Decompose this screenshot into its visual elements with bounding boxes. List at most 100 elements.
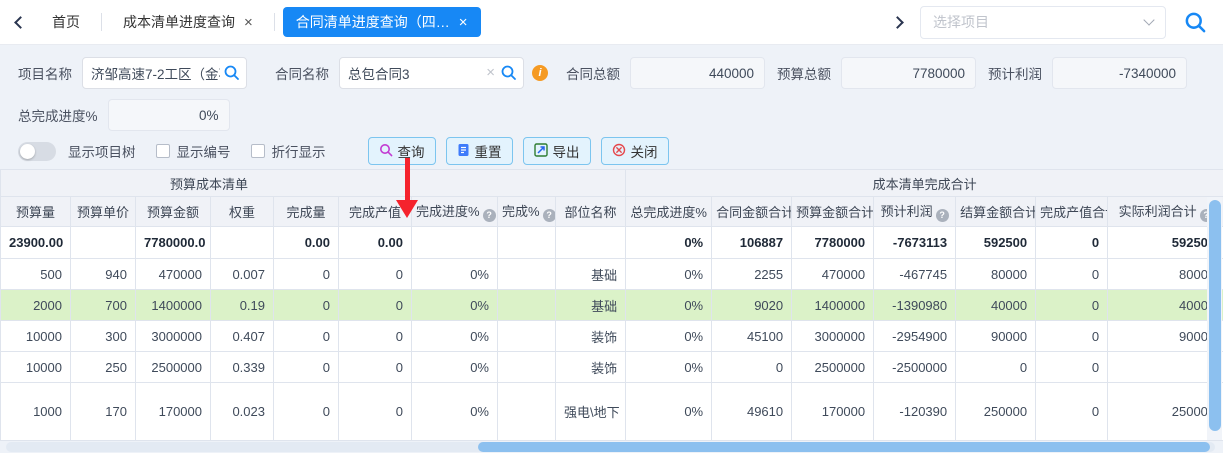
checkbox[interactable]: [156, 144, 170, 158]
tab-label: 合同清单进度查询（四…: [296, 12, 450, 32]
cell: 强电\地下: [556, 383, 626, 441]
chevron-left-icon[interactable]: [14, 16, 27, 29]
budget-total-field: [841, 57, 976, 89]
project-select[interactable]: 选择项目: [920, 6, 1166, 39]
column-header[interactable]: 预算单价: [71, 197, 136, 227]
table-row[interactable]: 5009404700000.007000%基础0%2255470000-4677…: [1, 259, 1223, 290]
table-row[interactable]: 200070014000000.19000%基础0%90201400000-13…: [1, 290, 1223, 321]
cell: 500: [1, 259, 71, 290]
toggle-knob: [20, 144, 35, 159]
cell: 0: [1036, 227, 1108, 259]
column-header-label: 预计利润: [881, 204, 933, 219]
cell: -7673113: [874, 227, 956, 259]
checkbox-item-1: 显示编号: [156, 141, 231, 161]
export-button[interactable]: 导出: [523, 137, 591, 165]
filter-row-2: 总完成进度%: [18, 99, 1223, 131]
cell: 0%: [626, 227, 712, 259]
column-header[interactable]: 实际利润合计?: [1108, 197, 1223, 227]
column-header[interactable]: 结算金额合计: [956, 197, 1036, 227]
contract-total-label: 合同总额: [566, 63, 620, 83]
export-icon: [534, 143, 553, 160]
cell: 基础: [556, 259, 626, 290]
clear-icon[interactable]: ×: [486, 65, 495, 80]
cell: 170000: [792, 383, 874, 441]
button-group: 查询 重置 导出 关闭: [368, 137, 679, 165]
budget-total-label: 预算总额: [777, 63, 831, 83]
tab-3[interactable]: 合同清单进度查询（四… ×: [283, 7, 481, 37]
tab-2[interactable]: 成本清单进度查询×: [110, 7, 266, 37]
table-row[interactable]: 10001701700000.023000%强电\地下0%49610170000…: [1, 383, 1223, 441]
progress-table: 预算成本清单成本清单完成合计预算量预算单价预算金额权重完成量完成产值完成进度%?…: [0, 169, 1223, 441]
column-header[interactable]: 预算金额合计: [792, 197, 874, 227]
cell: 0.339: [211, 352, 274, 383]
contract-total-field: [630, 57, 765, 89]
contract-total-value: [631, 58, 764, 88]
cell: 250000: [956, 383, 1036, 441]
cell: 0%: [412, 321, 498, 352]
column-header[interactable]: 完成%?: [498, 197, 556, 227]
cell: 700: [71, 290, 136, 321]
button-label: 重置: [475, 141, 502, 161]
info-icon[interactable]: i: [532, 65, 548, 81]
column-header[interactable]: 完成产值: [339, 197, 412, 227]
column-header[interactable]: 部位名称: [556, 197, 626, 227]
column-header[interactable]: 预算金额: [136, 197, 211, 227]
help-icon[interactable]: ?: [543, 209, 556, 222]
cell: [498, 259, 556, 290]
budget-total-value: [842, 58, 975, 88]
cell: 0%: [412, 383, 498, 441]
column-header[interactable]: 总完成进度%: [626, 197, 712, 227]
cell: 0.023: [211, 383, 274, 441]
project-select-placeholder: 选择项目: [933, 12, 1145, 32]
column-header[interactable]: 合同金额合计: [712, 197, 792, 227]
vertical-scrollbar-thumb[interactable]: [1209, 200, 1221, 431]
column-header[interactable]: 预计利润?: [874, 197, 956, 227]
filter-row-1: 项目名称 合同名称 × i 合同总额 预算总额 预计利润: [18, 57, 1223, 89]
cell: 9020: [712, 290, 792, 321]
help-icon[interactable]: ?: [936, 209, 949, 222]
column-header[interactable]: 完成量: [274, 197, 339, 227]
cell: 0%: [626, 383, 712, 441]
checkbox[interactable]: [251, 144, 265, 158]
column-header[interactable]: 权重: [211, 197, 274, 227]
column-header[interactable]: 预算量: [1, 197, 71, 227]
cell: 装饰: [556, 321, 626, 352]
table-row[interactable]: 1000030030000000.407000%装饰0%451003000000…: [1, 321, 1223, 352]
reset-button[interactable]: 重置: [446, 137, 513, 165]
search-icon[interactable]: [223, 64, 241, 82]
project-name-input[interactable]: [83, 58, 246, 88]
column-header-label: 权重: [229, 205, 255, 220]
cell: 0: [339, 290, 412, 321]
help-icon[interactable]: ?: [483, 209, 496, 222]
column-header[interactable]: 完成产值合计: [1036, 197, 1108, 227]
button-label: 关闭: [631, 141, 658, 161]
toolbar: 显示项目树 显示编号折行显示 查询重置导出关闭: [18, 137, 1223, 165]
cell: [498, 383, 556, 441]
search-button[interactable]: 查询: [368, 137, 436, 165]
tab-1[interactable]: 首页: [39, 7, 93, 37]
table-row[interactable]: 1000025025000000.339000%装饰0%02500000-250…: [1, 352, 1223, 383]
cell: [498, 227, 556, 259]
close-icon[interactable]: ×: [459, 15, 468, 30]
contract-name-input[interactable]: [340, 58, 523, 88]
checkbox-item-2: 折行显示: [251, 141, 326, 161]
column-header-label: 完成进度%: [416, 204, 480, 219]
tab-divider: [101, 13, 102, 31]
close-icon[interactable]: ×: [244, 15, 253, 30]
search-icon[interactable]: [500, 64, 518, 82]
cell: 0%: [626, 352, 712, 383]
cell: [211, 227, 274, 259]
horizontal-scrollbar-thumb[interactable]: [478, 442, 1210, 452]
vertical-scrollbar[interactable]: [1207, 197, 1222, 440]
project-tree-toggle[interactable]: [18, 142, 56, 161]
search-icon[interactable]: [1184, 11, 1207, 34]
cell: 592500: [956, 227, 1036, 259]
close-button[interactable]: 关闭: [601, 137, 669, 165]
cell: 2500000: [792, 352, 874, 383]
cell: 40000: [956, 290, 1036, 321]
cell: 80000: [956, 259, 1036, 290]
table-row[interactable]: 23900.007780000.00.000.000%1068877780000…: [1, 227, 1223, 259]
cell: 0: [339, 259, 412, 290]
column-header[interactable]: 完成进度%?: [412, 197, 498, 227]
chevron-right-icon[interactable]: [891, 16, 904, 29]
